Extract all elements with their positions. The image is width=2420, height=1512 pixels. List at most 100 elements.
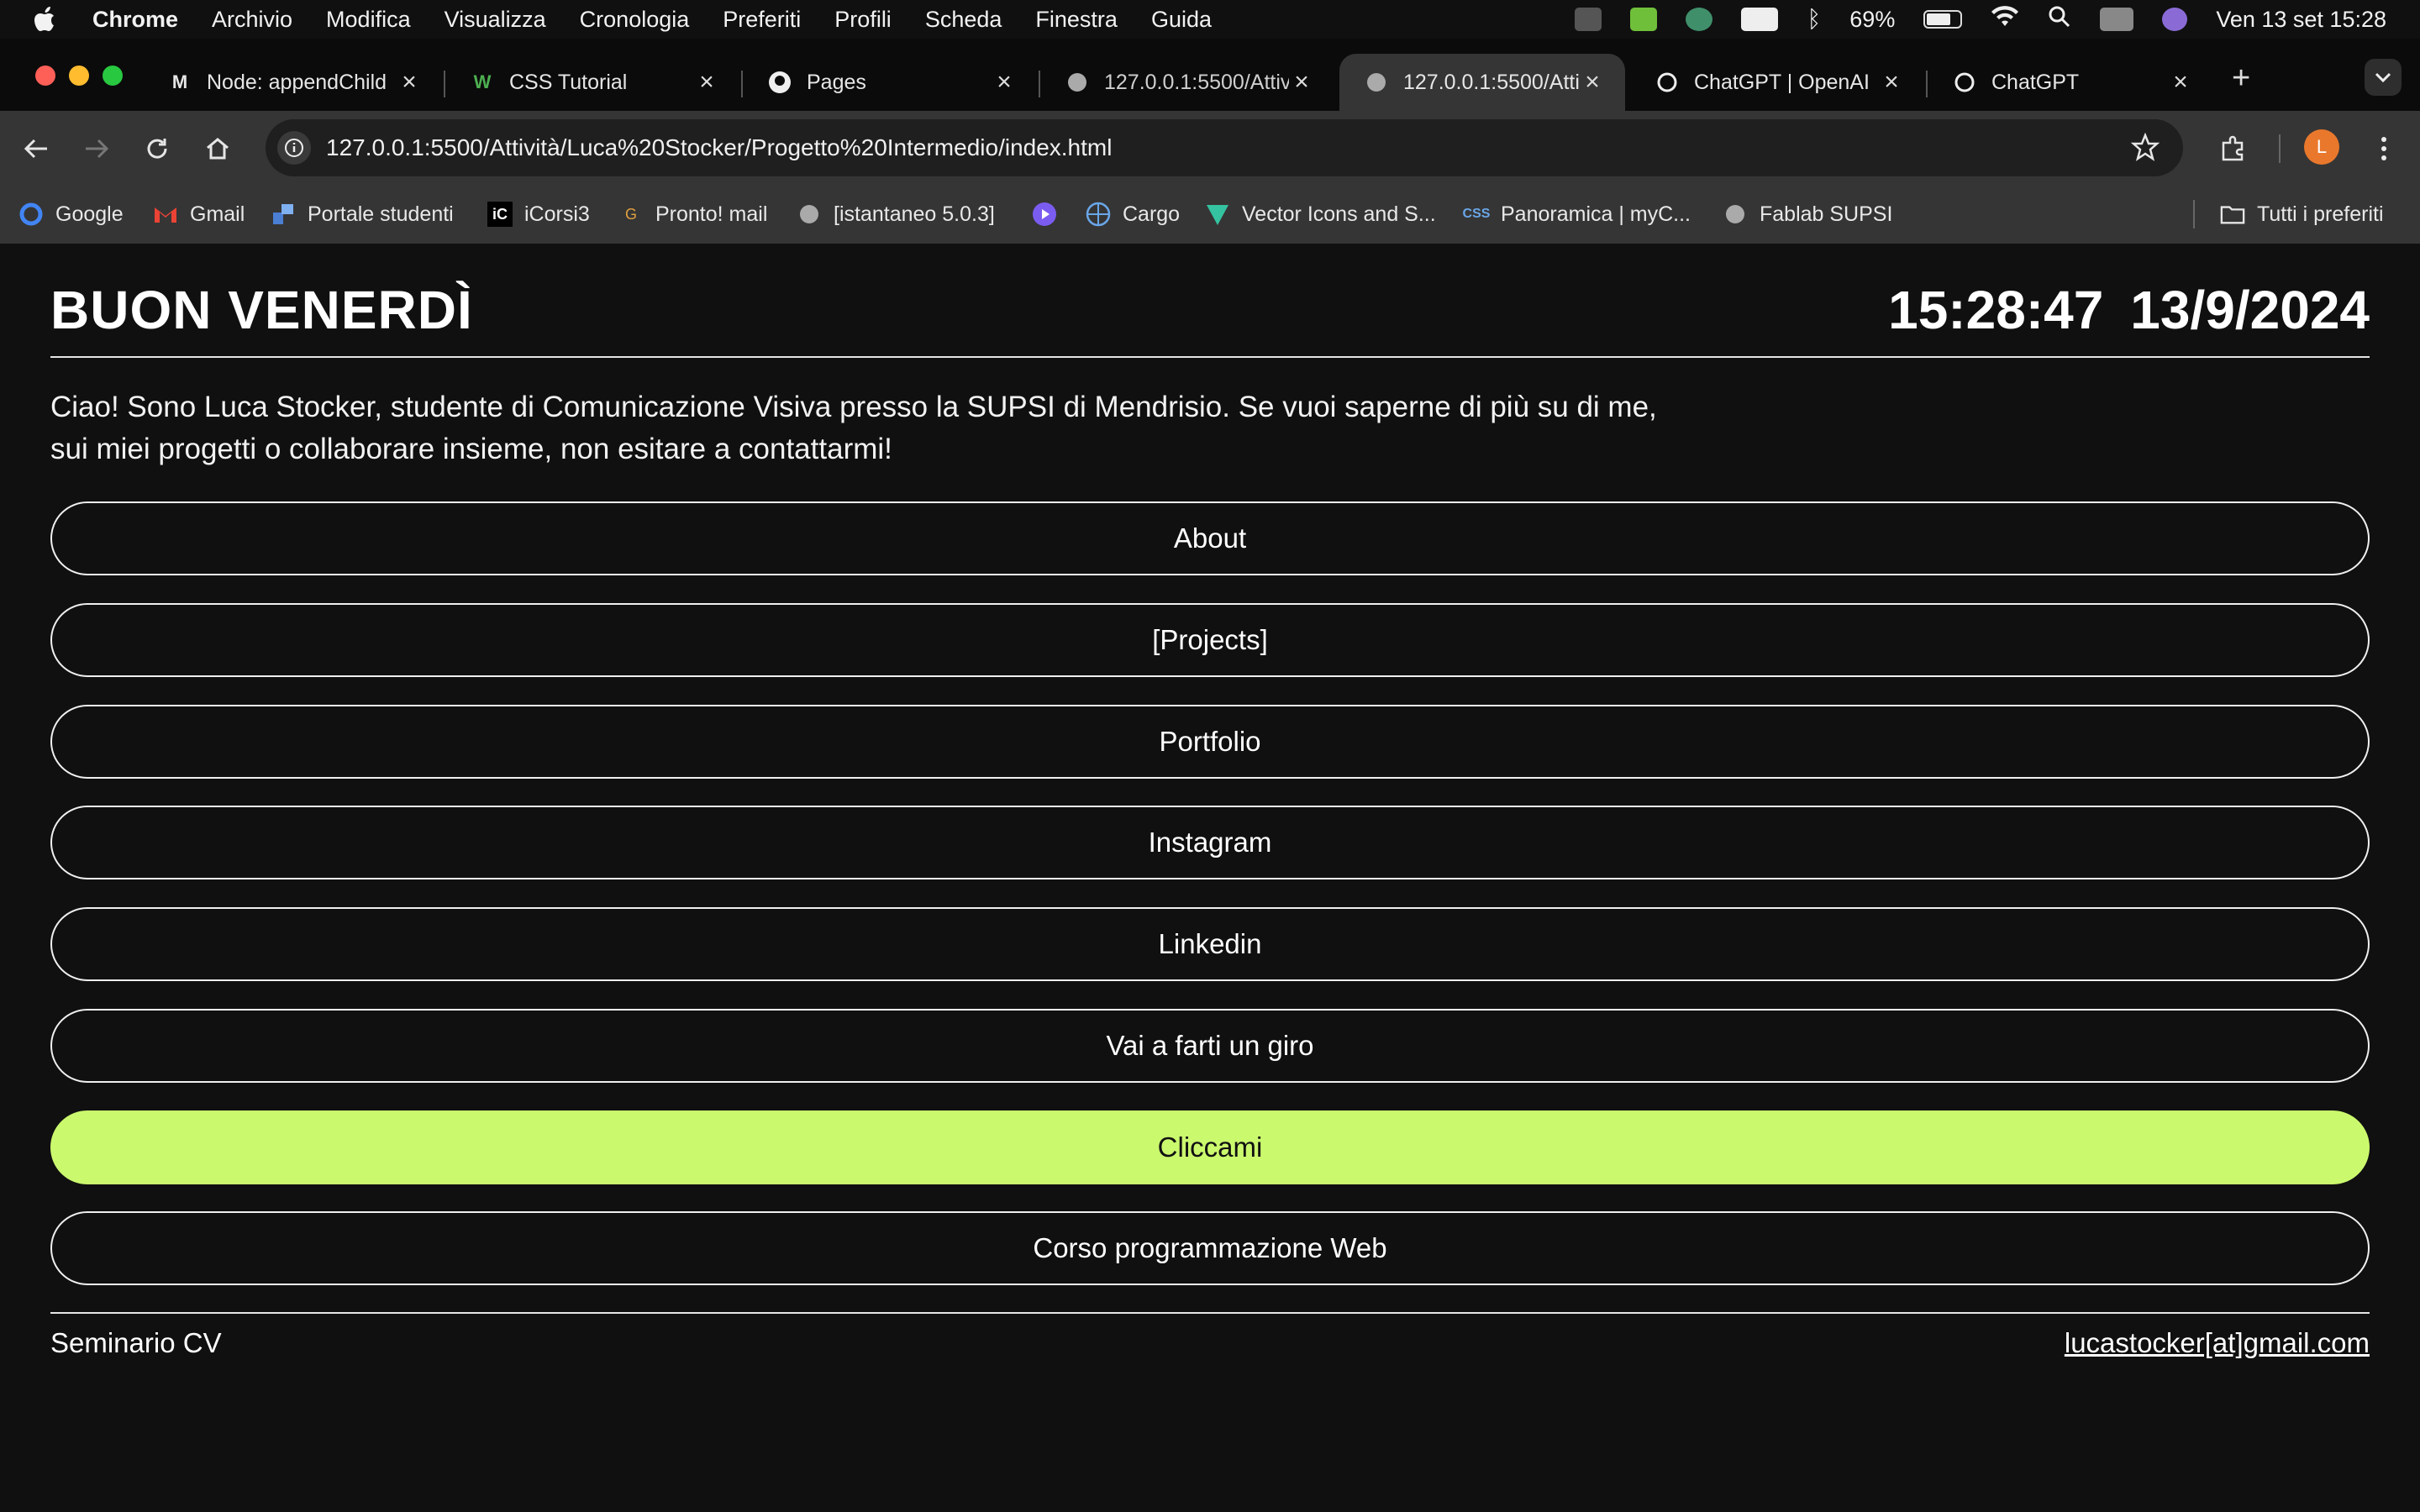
reload-button[interactable]	[138, 129, 176, 168]
close-tab-icon[interactable]: ×	[1580, 68, 1605, 97]
menu-kebab-icon[interactable]	[2365, 129, 2403, 168]
currency-icon[interactable]	[1741, 8, 1779, 31]
tab-localhost-active[interactable]: 127.0.0.1:5500/Attività ×	[1339, 54, 1625, 111]
greeting-heading: BUON VENERDÌ	[50, 280, 473, 340]
seminario-cv-link[interactable]: Seminario CV	[50, 1327, 222, 1359]
drive-status-icon[interactable]	[1575, 8, 1602, 31]
bookmark-istantaneo[interactable]: [istantaneo 5.0.3]	[797, 185, 995, 244]
w3schools-icon: W	[473, 71, 492, 92]
instagram-button[interactable]: Instagram	[50, 806, 2370, 879]
menu-cronologia[interactable]: Cronologia	[580, 7, 690, 33]
bookmark-vector-icons[interactable]: Vector Icons and S...	[1205, 185, 1436, 244]
tab-title: ChatGPT | OpenAI	[1694, 70, 1870, 94]
bookmark-play[interactable]	[1032, 185, 1069, 244]
vpn-icon[interactable]	[1686, 8, 1713, 31]
menu-archivio[interactable]: Archivio	[212, 7, 292, 33]
globe-icon	[1365, 71, 1388, 94]
clock-date: 13/9/2024	[2130, 280, 2370, 340]
about-button[interactable]: About	[50, 501, 2370, 575]
menu-visualizza[interactable]: Visualizza	[445, 7, 546, 33]
close-tab-icon[interactable]: ×	[694, 68, 719, 97]
reload-icon	[147, 139, 167, 159]
close-tab-icon[interactable]: ×	[1879, 68, 1904, 97]
back-button[interactable]	[17, 129, 55, 168]
maximize-window-button[interactable]	[103, 66, 123, 86]
portfolio-button[interactable]: Portfolio	[50, 705, 2370, 779]
tab-chatgpt[interactable]: ChatGPT ×	[1928, 54, 2213, 111]
new-tab-button[interactable]: +	[2232, 60, 2250, 97]
spotlight-search-icon[interactable]	[2048, 5, 2071, 34]
play-icon	[1032, 202, 1057, 227]
control-center-icon[interactable]	[2100, 8, 2134, 31]
bookmark-label: Portale studenti	[308, 202, 454, 226]
portal-icon	[271, 202, 296, 227]
gmail-icon	[153, 202, 178, 227]
tab-pages[interactable]: Pages ×	[743, 54, 1037, 111]
corso-programmazione-web-button[interactable]: Corso programmazione Web	[50, 1211, 2370, 1285]
bookmark-fablab[interactable]: Fablab SUPSI	[1723, 185, 1892, 244]
linkedin-button[interactable]: Linkedin	[50, 907, 2370, 981]
site-info-icon[interactable]	[277, 131, 311, 165]
tab-css-tutorial[interactable]: W CSS Tutorial ×	[445, 54, 739, 111]
menu-guida[interactable]: Guida	[1151, 7, 1212, 33]
bookmarks-separator	[2193, 200, 2195, 228]
arrow-right-icon	[86, 139, 109, 159]
globe-icon	[1065, 71, 1089, 94]
close-tab-icon[interactable]: ×	[1289, 68, 1314, 97]
macos-menubar: Chrome Archivio Modifica Visualizza Cron…	[0, 0, 2420, 39]
forward-button[interactable]	[77, 129, 116, 168]
projects-button[interactable]: [Projects]	[50, 603, 2370, 677]
minimize-window-button[interactable]	[69, 66, 89, 86]
menu-finestra[interactable]: Finestra	[1035, 7, 1118, 33]
tab-search-button[interactable]	[2365, 59, 2402, 96]
mail-icon: G	[624, 205, 637, 223]
intro-line: Ciao! Sono Luca Stocker, studente di Com…	[50, 391, 1657, 423]
extensions-icon[interactable]	[2213, 129, 2252, 168]
tab-strip: M Node: appendChild × W CSS Tutorial × P…	[0, 39, 2420, 111]
close-tab-icon[interactable]: ×	[2168, 68, 2193, 97]
email-link[interactable]: lucastocker[at]gmail.com	[2065, 1327, 2370, 1359]
bookmark-label: iCorsi3	[524, 202, 590, 226]
menu-app-name[interactable]: Chrome	[92, 7, 178, 33]
menu-modifica[interactable]: Modifica	[326, 7, 411, 33]
apple-icon[interactable]	[34, 5, 59, 34]
menubar-datetime[interactable]: Ven 13 set 15:28	[2216, 7, 2386, 33]
cliccami-button[interactable]: Cliccami	[50, 1110, 2370, 1184]
home-button[interactable]	[198, 129, 237, 168]
tab-node-appendchild[interactable]: M Node: appendChild ×	[148, 54, 442, 111]
extension-status-icon[interactable]	[1630, 8, 1658, 31]
openai-icon	[1953, 71, 1976, 94]
vector-icon	[1205, 202, 1230, 227]
address-bar[interactable]: 127.0.0.1:5500/Attività/Luca%20Stocker/P…	[266, 119, 2183, 176]
bookmark-pronto-mail[interactable]: G Pronto! mail	[618, 185, 767, 244]
bookmark-icorsi3[interactable]: iC iCorsi3	[487, 185, 590, 244]
close-tab-icon[interactable]: ×	[397, 68, 422, 97]
google-icon	[18, 202, 44, 227]
tab-chatgpt-openai[interactable]: ChatGPT | OpenAI ×	[1630, 54, 1924, 111]
arrow-left-icon	[24, 139, 47, 159]
siri-icon[interactable]	[2162, 8, 2188, 31]
globe-icon	[797, 202, 822, 227]
wifi-icon[interactable]	[1991, 5, 2019, 34]
close-tab-icon[interactable]: ×	[992, 68, 1017, 97]
bookmark-gmail[interactable]: Gmail	[153, 185, 245, 244]
menu-profili[interactable]: Profili	[834, 7, 892, 33]
url-text[interactable]: 127.0.0.1:5500/Attività/Luca%20Stocker/P…	[326, 134, 1112, 161]
bookmark-all-folder[interactable]: Tutti i preferiti	[2220, 185, 2384, 244]
battery-icon[interactable]	[1923, 10, 1963, 29]
close-window-button[interactable]	[35, 66, 55, 86]
menu-preferiti[interactable]: Preferiti	[723, 7, 801, 33]
vai-a-farti-un-giro-button[interactable]: Vai a farti un giro	[50, 1009, 2370, 1083]
bookmark-panoramica[interactable]: CSS Panoramica | myC...	[1463, 185, 1691, 244]
tab-localhost-1[interactable]: 127.0.0.1:5500/Attività ×	[1040, 54, 1334, 111]
bookmark-star-icon[interactable]	[2130, 132, 2160, 165]
bookmark-portale-studenti[interactable]: Portale studenti	[271, 185, 454, 244]
tab-title: 127.0.0.1:5500/Attività	[1403, 70, 1580, 94]
bookmark-google[interactable]: Google	[18, 185, 124, 244]
bookmark-cargo[interactable]: Cargo	[1086, 185, 1180, 244]
menu-scheda[interactable]: Scheda	[925, 7, 1002, 33]
battery-percent: 69%	[1849, 6, 1896, 32]
profile-avatar[interactable]: L	[2304, 129, 2339, 165]
bluetooth-icon[interactable]: ᛒ	[1807, 6, 1821, 33]
mdn-icon: M	[171, 71, 188, 92]
